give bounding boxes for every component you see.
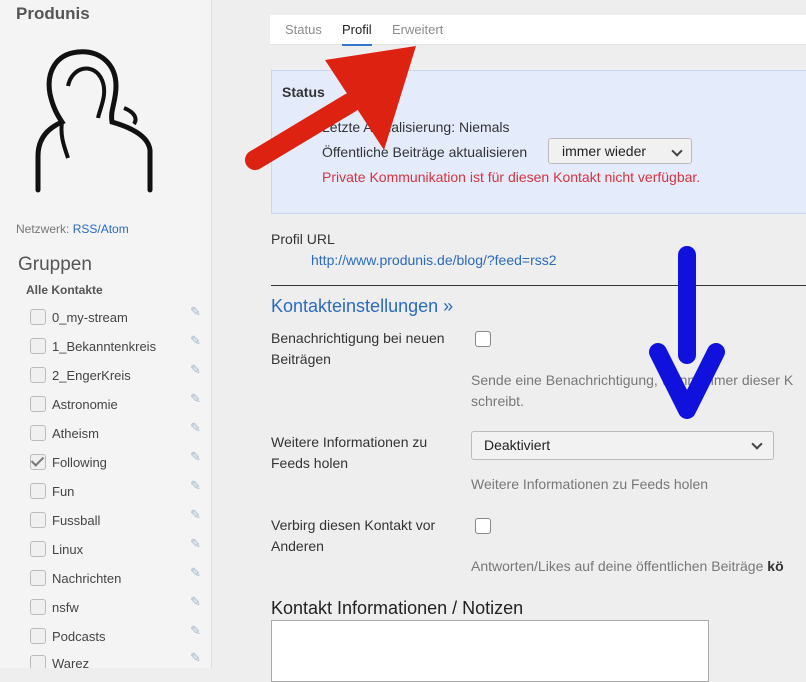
group-checkbox[interactable] — [30, 425, 46, 441]
group-checkbox[interactable] — [30, 396, 46, 412]
group-item[interactable]: 2_EngerKreis ✎ — [30, 362, 205, 386]
group-checkbox[interactable] — [30, 512, 46, 528]
feed-help: Weitere Informationen zu Feeds holen — [471, 476, 709, 492]
group-item[interactable]: Warez ✎ — [30, 650, 205, 668]
public-posts-select[interactable]: immer wieder — [548, 138, 692, 164]
tab-bar: Status Profil Erweitert — [270, 15, 806, 46]
tab-profil[interactable]: Profil — [342, 22, 372, 46]
group-checkbox[interactable] — [30, 309, 46, 325]
network-link[interactable]: RSS/Atom — [73, 222, 129, 236]
feed-label: Weitere Informationen zu Feeds holen — [271, 434, 428, 471]
group-label: 1_Bekanntenkreis — [52, 339, 157, 354]
chevron-down-icon — [751, 438, 763, 450]
group-item[interactable]: Linux ✎ — [30, 536, 205, 560]
pencil-icon[interactable]: ✎ — [190, 449, 201, 465]
group-label: 0_my-stream — [52, 310, 128, 325]
group-checkbox[interactable] — [30, 541, 46, 557]
feed-info-select[interactable]: Deaktiviert — [471, 431, 774, 460]
group-label: nsfw — [52, 600, 79, 615]
group-checkbox[interactable] — [30, 367, 46, 383]
notify-checkbox[interactable] — [475, 331, 491, 347]
notes-textarea[interactable] — [271, 620, 709, 682]
pencil-icon[interactable]: ✎ — [190, 594, 201, 610]
group-checkbox[interactable] — [30, 483, 46, 499]
notify-help-line-1: Sende eine Benachrichtigung, wann immer … — [471, 372, 794, 388]
sidebar: Produnis Netzwerk: RSS/Atom Gruppen Alle… — [0, 0, 212, 668]
pencil-icon[interactable]: ✎ — [190, 478, 201, 494]
group-label: Fun — [52, 484, 75, 499]
hide-contact-help-bold: kö — [767, 558, 784, 574]
group-item[interactable]: 0_my-stream ✎ — [30, 304, 205, 328]
private-communication-warning: Private Kommunikation ist für diesen Kon… — [322, 169, 701, 185]
group-item[interactable]: Podcasts ✎ — [30, 623, 205, 647]
hide-contact-checkbox[interactable] — [475, 518, 491, 534]
group-label: Atheism — [52, 426, 99, 441]
contact-name: Produnis — [16, 4, 90, 23]
hide-contact-help-text: Antworten/Likes auf deine öffentlichen B… — [471, 558, 768, 574]
status-title: Status — [282, 84, 325, 100]
group-checkbox[interactable] — [30, 655, 46, 668]
status-box: Status Letzte Aktualisierung: Niemals Öf… — [271, 70, 806, 214]
group-label: Podcasts — [52, 629, 106, 644]
all-contacts-link[interactable]: Alle Kontakte — [26, 283, 103, 297]
group-item[interactable]: Fun ✎ — [30, 478, 205, 502]
default-avatar-icon — [35, 49, 153, 193]
pencil-icon[interactable]: ✎ — [190, 507, 201, 523]
profile-url-link[interactable]: http://www.produnis.de/blog/?feed=rss2 — [311, 252, 557, 268]
group-label: Warez — [52, 656, 90, 668]
pencil-icon[interactable]: ✎ — [190, 333, 201, 349]
public-posts-label: Öffentliche Beiträge aktualisieren — [322, 144, 528, 160]
group-label: Linux — [52, 542, 84, 557]
groups-heading: Gruppen — [18, 254, 92, 275]
pencil-icon[interactable]: ✎ — [190, 420, 201, 436]
pencil-icon[interactable]: ✎ — [190, 536, 201, 552]
notify-label: Benachrichtigung bei neuen Beiträgen — [271, 330, 445, 367]
group-checkbox[interactable] — [30, 599, 46, 615]
group-item[interactable]: Astronomie ✎ — [30, 391, 205, 415]
group-checkbox[interactable] — [30, 570, 46, 586]
tab-status[interactable]: Status — [285, 22, 322, 37]
hide-contact-label: Verbirg diesen Kontakt vor Anderen — [271, 517, 436, 554]
group-item[interactable]: Fussball ✎ — [30, 507, 205, 531]
main-content: Status Profil Erweitert Status Letzte Ak… — [212, 0, 806, 682]
tab-erweitert[interactable]: Erweitert — [392, 22, 443, 37]
group-label: 2_EngerKreis — [52, 368, 131, 383]
public-posts-value: immer wieder — [562, 143, 647, 159]
group-label: Nachrichten — [52, 571, 122, 586]
group-item[interactable]: nsfw ✎ — [30, 594, 205, 618]
group-item[interactable]: Atheism ✎ — [30, 420, 205, 444]
section-divider — [271, 285, 806, 286]
pencil-icon[interactable]: ✎ — [190, 362, 201, 378]
notify-help: Sende eine Benachrichtigung, wann immer … — [471, 370, 793, 412]
notify-help-line-2: schreibt. — [471, 393, 524, 409]
group-label: Astronomie — [52, 397, 118, 412]
group-checkbox[interactable] — [30, 338, 46, 354]
contact-settings-toggle[interactable]: Kontakteinstellungen » — [271, 296, 453, 317]
network-info: Netzwerk: RSS/Atom — [16, 222, 129, 236]
chevron-down-icon — [671, 145, 683, 157]
pencil-icon[interactable]: ✎ — [190, 391, 201, 407]
group-item[interactable]: 1_Bekanntenkreis ✎ — [30, 333, 205, 357]
pencil-icon[interactable]: ✎ — [190, 623, 201, 639]
last-update-text: Letzte Aktualisierung: Niemals — [322, 119, 510, 135]
group-checkbox[interactable] — [30, 454, 46, 470]
group-item[interactable]: Following ✎ — [30, 449, 205, 473]
pencil-icon[interactable]: ✎ — [190, 650, 201, 666]
hide-contact-help: Antworten/Likes auf deine öffentlichen B… — [471, 556, 784, 577]
pencil-icon[interactable]: ✎ — [190, 304, 201, 320]
notes-heading: Kontakt Informationen / Notizen — [271, 598, 524, 618]
profile-url-label: Profil URL — [271, 231, 335, 247]
group-checkbox[interactable] — [30, 628, 46, 644]
group-item[interactable]: Nachrichten ✎ — [30, 565, 205, 589]
network-label: Netzwerk: — [16, 222, 70, 236]
group-label: Following — [52, 455, 107, 470]
group-label: Fussball — [52, 513, 101, 528]
feed-info-value: Deaktiviert — [484, 437, 551, 453]
pencil-icon[interactable]: ✎ — [190, 565, 201, 581]
